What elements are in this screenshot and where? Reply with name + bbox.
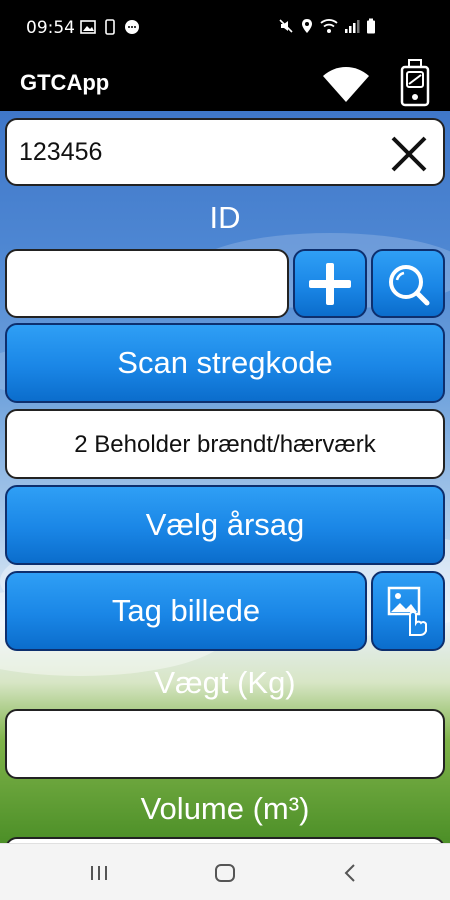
signal-icon <box>345 20 360 33</box>
id-label: ID <box>209 200 241 235</box>
battery-icon <box>367 18 375 34</box>
app-title: GTCApp <box>20 70 110 95</box>
message-icon <box>125 20 139 34</box>
weight-label: Vægt (Kg) <box>154 665 296 700</box>
gallery-touch-icon <box>387 586 427 636</box>
status-time: 09:54 <box>26 18 75 38</box>
scan-barcode-button[interactable]: Scan stregkode <box>5 323 445 403</box>
choose-reason-button[interactable]: Vælg årsag <box>5 485 445 565</box>
recent-apps-icon[interactable] <box>89 864 109 882</box>
selected-reason: 2 Beholder brændt/hærværk <box>5 409 445 479</box>
phone-icon <box>105 19 115 35</box>
search-input[interactable]: 123456 <box>5 118 445 186</box>
handheld-device-icon[interactable] <box>398 59 432 107</box>
id-input[interactable] <box>5 249 289 318</box>
mute-icon <box>279 19 293 33</box>
home-icon[interactable] <box>214 863 236 883</box>
take-photo-button[interactable]: Tag billede <box>5 571 367 651</box>
back-icon[interactable] <box>342 863 358 883</box>
search-input-value: 123456 <box>19 138 103 166</box>
navigation-bar <box>0 843 450 900</box>
app-bar: GTCApp <box>0 56 450 111</box>
search-button[interactable] <box>371 249 445 318</box>
image-icon <box>80 20 96 34</box>
wifi-icon <box>320 19 338 33</box>
location-icon <box>302 19 312 33</box>
wifi-icon[interactable] <box>322 64 370 104</box>
gallery-button[interactable] <box>371 571 445 651</box>
add-button[interactable] <box>293 249 367 318</box>
status-bar: 09:54 <box>0 0 450 56</box>
close-icon[interactable] <box>389 134 429 174</box>
volume-label: Volume (m³) <box>140 791 310 826</box>
search-icon <box>389 264 430 305</box>
weight-input[interactable] <box>5 709 445 779</box>
plus-icon <box>309 262 351 305</box>
form-area: 123456 ID Scan stregkode 2 Beholder bræn… <box>0 111 450 843</box>
selected-reason-text: 2 Beholder brændt/hærværk <box>74 431 376 458</box>
